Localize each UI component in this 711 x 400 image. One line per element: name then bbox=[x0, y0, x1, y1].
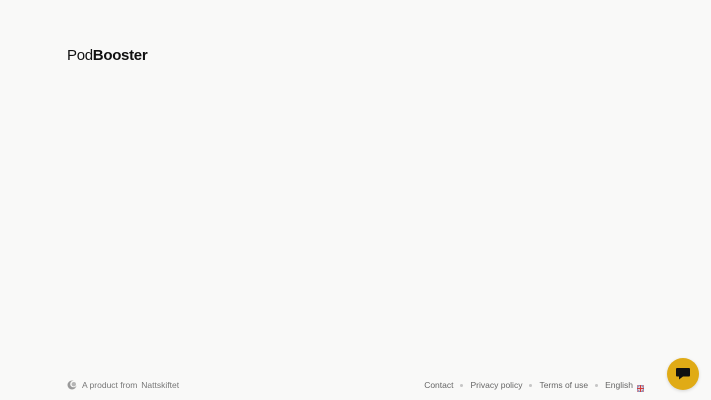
product-credit: A product from Nattskiftet bbox=[67, 378, 179, 392]
footer-separator bbox=[595, 383, 599, 387]
uk-flag-icon bbox=[636, 382, 645, 392]
privacy-policy-link[interactable]: Privacy policy bbox=[470, 378, 522, 392]
chat-bubble-icon bbox=[676, 368, 690, 380]
language-selector[interactable]: English bbox=[605, 378, 633, 392]
chat-button[interactable] bbox=[667, 358, 699, 390]
nattskiftet-logo-icon bbox=[67, 380, 77, 390]
language-label: English bbox=[605, 380, 633, 390]
podbooster-logo[interactable]: PodBooster bbox=[67, 47, 148, 65]
logo-text-pod: Pod bbox=[67, 47, 93, 64]
logo-text-booster: Booster bbox=[92, 47, 148, 64]
company-link[interactable]: Nattskiftet bbox=[141, 378, 179, 392]
footer-links: Contact Privacy policy Terms of use Engl… bbox=[424, 378, 645, 392]
footer-separator bbox=[529, 383, 533, 387]
terms-of-use-link[interactable]: Terms of use bbox=[539, 378, 588, 392]
product-credit-prefix: A product from bbox=[82, 380, 138, 390]
contact-link[interactable]: Contact bbox=[424, 378, 453, 392]
footer-separator bbox=[460, 383, 464, 387]
